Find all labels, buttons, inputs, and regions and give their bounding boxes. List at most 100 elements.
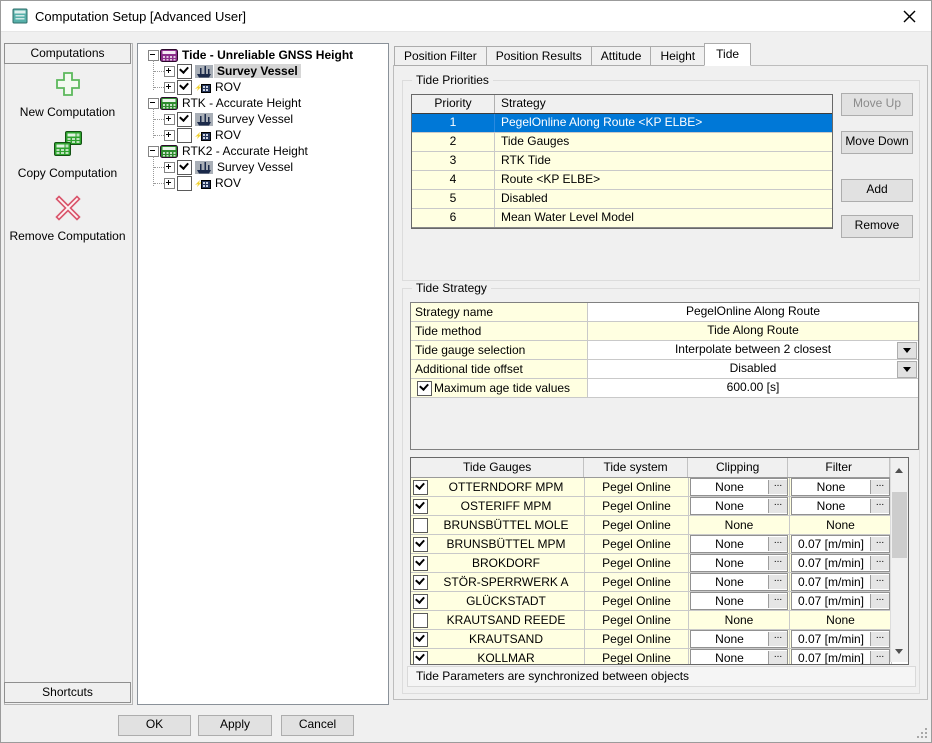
filter-edit[interactable]: 0.07 [m/min]...	[791, 573, 890, 591]
expand-icon[interactable]	[164, 82, 175, 93]
gauge-checkbox[interactable]	[413, 575, 428, 590]
tree-node-object[interactable]: ROV	[164, 175, 244, 191]
filter-edit[interactable]: 0.07 [m/min]...	[791, 630, 890, 648]
gauge-row[interactable]: BROKDORFPegel OnlineNone...0.07 [m/min].…	[411, 554, 890, 573]
sidebar-action-remove-computation[interactable]: Remove Computation	[5, 194, 130, 243]
priority-row[interactable]: 5Disabled	[412, 190, 832, 209]
clipping-ellipsis-button[interactable]: ...	[768, 594, 787, 608]
tree-node-object[interactable]: Survey Vessel	[164, 63, 301, 79]
clipping-ellipsis-button[interactable]: ...	[768, 499, 787, 513]
clipping-ellipsis-button[interactable]: ...	[768, 632, 787, 646]
gauge-checkbox[interactable]	[413, 480, 428, 495]
dropdown-arrow-icon[interactable]	[897, 342, 917, 359]
gauge-checkbox[interactable]	[413, 632, 428, 647]
gauge-row[interactable]: KRAUTSAND REEDEPegel OnlineNoneNone	[411, 611, 890, 630]
clipping-edit[interactable]: None...	[690, 592, 788, 610]
remove-button[interactable]: Remove	[841, 215, 913, 238]
gauge-row[interactable]: BRUNSBÜTTEL MPMPegel OnlineNone...0.07 […	[411, 535, 890, 554]
filter-edit[interactable]: None...	[791, 497, 890, 515]
filter-ellipsis-button[interactable]: ...	[870, 575, 889, 589]
gauge-checkbox[interactable]	[413, 613, 428, 628]
expand-icon[interactable]	[164, 162, 175, 173]
close-icon[interactable]	[895, 4, 923, 28]
clipping-edit[interactable]: None...	[690, 535, 788, 553]
sidebar-action-copy-computation[interactable]: Copy Computation	[5, 130, 130, 180]
tree-checkbox[interactable]	[177, 80, 192, 95]
strategy-value[interactable]: Disabled	[588, 360, 918, 378]
scroll-up-icon[interactable]	[891, 458, 908, 475]
ok-button[interactable]: OK	[118, 715, 191, 736]
sidebar-action-new-computation[interactable]: New Computation	[5, 70, 130, 119]
clipping-ellipsis-button[interactable]: ...	[768, 556, 787, 570]
tab-position-filter[interactable]: Position Filter	[394, 46, 487, 66]
tab-tide[interactable]: Tide	[704, 43, 751, 66]
clipping-edit[interactable]: None...	[690, 573, 788, 591]
tree-node-computation[interactable]: RTK2 - Accurate Height	[148, 143, 311, 159]
priority-row[interactable]: 2Tide Gauges	[412, 133, 832, 152]
filter-ellipsis-button[interactable]: ...	[870, 556, 889, 570]
filter-edit[interactable]: 0.07 [m/min]...	[791, 554, 890, 572]
tree-node-object[interactable]: ROV	[164, 127, 244, 143]
tree-node-object[interactable]: Survey Vessel	[164, 159, 296, 175]
gauge-row[interactable]: KRAUTSANDPegel OnlineNone...0.07 [m/min]…	[411, 630, 890, 649]
filter-edit[interactable]: 0.07 [m/min]...	[791, 535, 890, 553]
scroll-down-icon[interactable]	[891, 645, 908, 662]
gauge-checkbox[interactable]	[413, 594, 428, 609]
expand-icon[interactable]	[164, 66, 175, 77]
clipping-ellipsis-button[interactable]: ...	[768, 575, 787, 589]
clipping-edit[interactable]: None...	[690, 497, 788, 515]
collapse-icon[interactable]	[148, 50, 159, 61]
clipping-edit[interactable]: None...	[690, 630, 788, 648]
expand-icon[interactable]	[164, 114, 175, 125]
tree-node-computation[interactable]: RTK - Accurate Height	[148, 95, 304, 111]
filter-edit[interactable]: 0.07 [m/min]...	[791, 649, 890, 665]
dropdown-arrow-icon[interactable]	[897, 361, 917, 378]
filter-ellipsis-button[interactable]: ...	[870, 480, 889, 494]
tab-position-results[interactable]: Position Results	[486, 46, 592, 66]
expand-icon[interactable]	[164, 178, 175, 189]
filter-edit[interactable]: 0.07 [m/min]...	[791, 592, 890, 610]
resize-grip[interactable]	[915, 726, 927, 738]
strategy-checkbox[interactable]	[417, 381, 432, 396]
strategy-value[interactable]: Tide Along Route	[588, 322, 918, 340]
clipping-ellipsis-button[interactable]: ...	[768, 651, 787, 665]
clipping-edit[interactable]: None...	[690, 554, 788, 572]
strategy-value[interactable]: 600.00 [s]	[588, 379, 918, 397]
priority-row[interactable]: 4Route <KP ELBE>	[412, 171, 832, 190]
collapse-icon[interactable]	[148, 146, 159, 157]
apply-button[interactable]: Apply	[198, 715, 272, 736]
strategy-value[interactable]: Interpolate between 2 closest	[588, 341, 918, 359]
clipping-ellipsis-button[interactable]: ...	[768, 537, 787, 551]
gauge-row[interactable]: BRUNSBÜTTEL MOLEPegel OnlineNoneNone	[411, 516, 890, 535]
filter-ellipsis-button[interactable]: ...	[870, 651, 889, 665]
tree-checkbox[interactable]	[177, 160, 192, 175]
tab-height[interactable]: Height	[650, 46, 705, 66]
scrollbar-thumb[interactable]	[892, 492, 907, 558]
clipping-edit[interactable]: None...	[690, 478, 788, 496]
clipping-ellipsis-button[interactable]: ...	[768, 480, 787, 494]
tree-checkbox[interactable]	[177, 176, 192, 191]
gauge-checkbox[interactable]	[413, 499, 428, 514]
tree-node-object[interactable]: ROV	[164, 79, 244, 95]
filter-ellipsis-button[interactable]: ...	[870, 499, 889, 513]
gauge-row[interactable]: GLÜCKSTADTPegel OnlineNone...0.07 [m/min…	[411, 592, 890, 611]
gauge-row[interactable]: OSTERIFF MPMPegel OnlineNone...None...	[411, 497, 890, 516]
priority-row[interactable]: 1PegelOnline Along Route <KP ELBE>	[412, 114, 832, 133]
gauge-checkbox[interactable]	[413, 651, 428, 666]
gauge-row[interactable]: KOLLMARPegel OnlineNone...0.07 [m/min]..…	[411, 649, 890, 665]
filter-edit[interactable]: None...	[791, 478, 890, 496]
computations-header[interactable]: Computations	[4, 43, 131, 64]
gauge-row[interactable]: OTTERNDORF MPMPegel OnlineNone...None...	[411, 478, 890, 497]
filter-ellipsis-button[interactable]: ...	[870, 537, 889, 551]
priority-row[interactable]: 6Mean Water Level Model	[412, 209, 832, 228]
add-button[interactable]: Add	[841, 179, 913, 202]
strategy-value[interactable]: PegelOnline Along Route	[588, 303, 918, 321]
filter-ellipsis-button[interactable]: ...	[870, 594, 889, 608]
priority-row[interactable]: 3RTK Tide	[412, 152, 832, 171]
tree-node-object[interactable]: Survey Vessel	[164, 111, 296, 127]
tab-attitude[interactable]: Attitude	[591, 46, 652, 66]
filter-ellipsis-button[interactable]: ...	[870, 632, 889, 646]
vertical-scrollbar[interactable]	[890, 458, 908, 662]
gauge-checkbox[interactable]	[413, 537, 428, 552]
tree-checkbox[interactable]	[177, 128, 192, 143]
